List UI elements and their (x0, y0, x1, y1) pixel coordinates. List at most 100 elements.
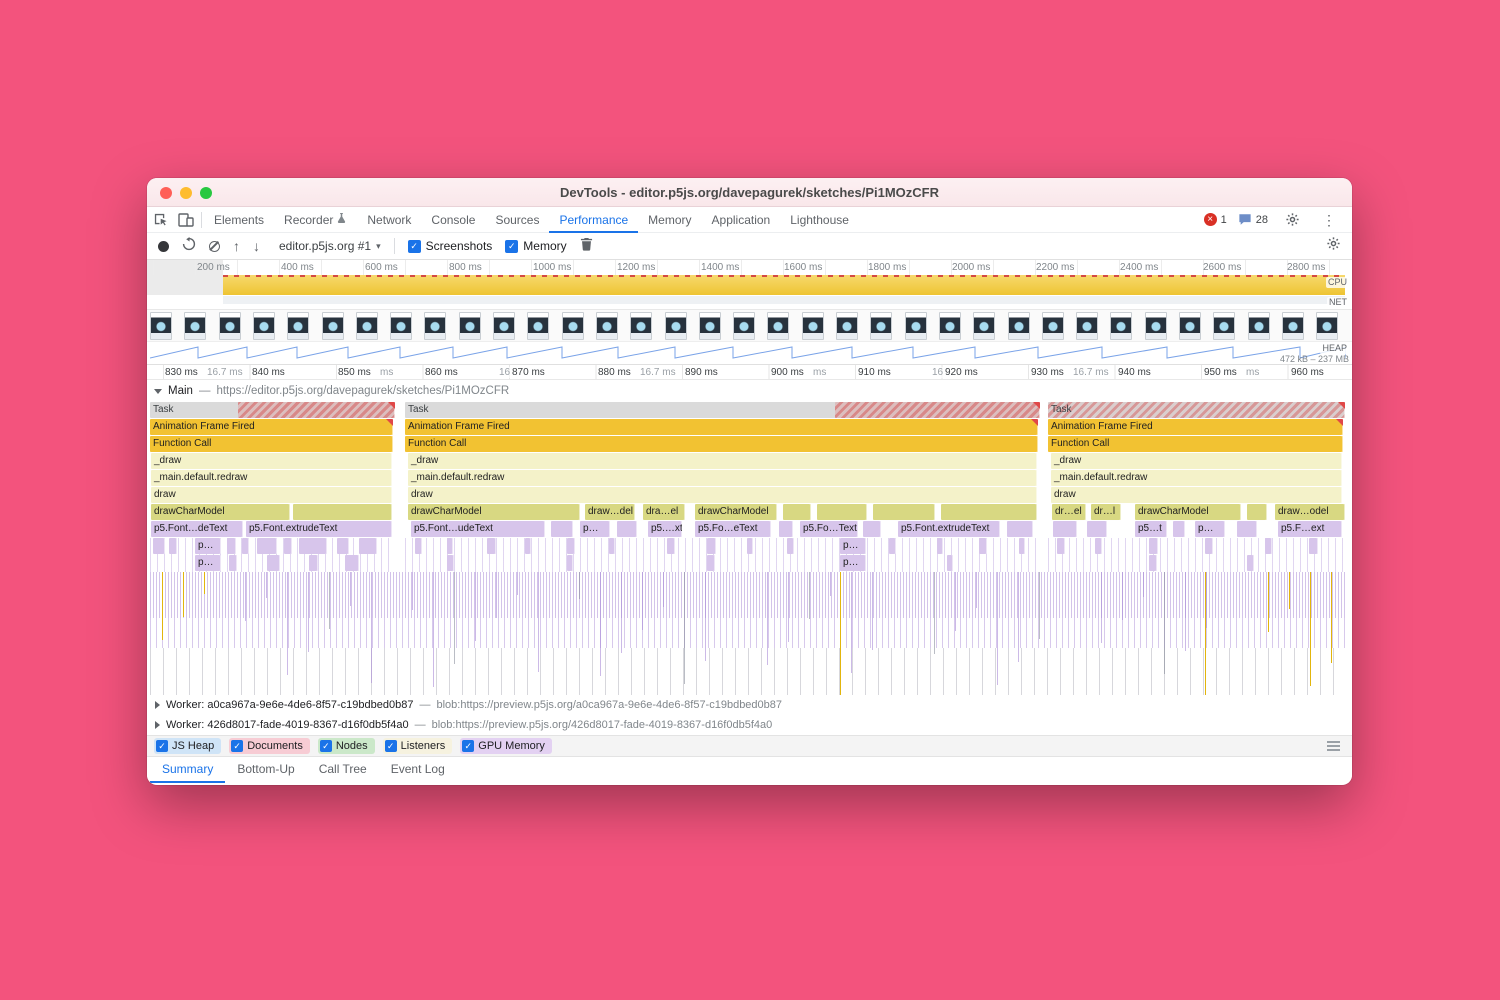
flame-bar[interactable] (415, 538, 422, 554)
screenshot-thumbnail[interactable] (1110, 312, 1132, 340)
flame-bar-drawcharmodel[interactable]: drawCharModel (695, 504, 777, 520)
flame-bar[interactable] (979, 538, 987, 554)
memory-toggle[interactable]: Memory (505, 239, 566, 253)
tab-recorder[interactable]: Recorder (274, 207, 357, 233)
legend-listeners[interactable]: Listeners (383, 738, 453, 754)
flame-bar[interactable] (309, 555, 318, 571)
flame-bar[interactable] (1053, 521, 1077, 537)
flame-bar[interactable] (567, 555, 573, 571)
trash-icon[interactable] (580, 237, 593, 256)
legend-nodes[interactable]: Nodes (318, 738, 375, 754)
titlebar[interactable]: DevTools - editor.p5js.org/davepagurek/s… (147, 178, 1352, 207)
flame-bar-main-default-redraw[interactable]: _main.default.redraw (1051, 470, 1342, 486)
flame-bar-drawcharmodel[interactable]: drawCharModel (408, 504, 580, 520)
flame-chart[interactable]: TaskAnimation Frame FiredFunction Call_d… (147, 402, 1352, 695)
flame-bar[interactable] (1247, 504, 1267, 520)
flame-bar-draw-odel[interactable]: draw…odel (1275, 504, 1345, 520)
flame-bar[interactable] (817, 504, 867, 520)
screenshot-thumbnail[interactable] (390, 312, 412, 340)
flame-bar-p5-xt[interactable]: p5.…xt (648, 521, 682, 537)
tab-application[interactable]: Application (702, 207, 781, 233)
tab-console[interactable]: Console (421, 207, 485, 233)
flame-bar-p[interactable]: p… (840, 555, 866, 571)
flame-bar-p5-f-ext[interactable]: p5.F…ext (1278, 521, 1342, 537)
screenshot-thumbnail[interactable] (253, 312, 275, 340)
flame-bar[interactable] (267, 555, 280, 571)
screenshot-thumbnail[interactable] (1008, 312, 1030, 340)
screenshot-thumbnail[interactable] (424, 312, 446, 340)
legend-checkbox[interactable] (231, 740, 243, 752)
flame-bar-function-call[interactable]: Function Call (405, 436, 1038, 452)
flame-bar[interactable] (229, 555, 237, 571)
flame-bar-p5-t[interactable]: p5…t (1135, 521, 1167, 537)
flame-bar[interactable] (889, 538, 896, 554)
screenshot-thumbnail[interactable] (905, 312, 927, 340)
tab-lighthouse[interactable]: Lighthouse (780, 207, 859, 233)
flame-bar[interactable] (153, 538, 165, 554)
flame-bar[interactable] (1087, 521, 1107, 537)
legend-checkbox[interactable] (385, 740, 397, 752)
capture-settings-gear-icon[interactable] (1326, 236, 1341, 256)
disclosure-collapsed-icon[interactable] (155, 701, 160, 709)
disclosure-expanded-icon[interactable] (154, 389, 162, 394)
tab-sources[interactable]: Sources (485, 207, 549, 233)
screenshot-thumbnail[interactable] (1042, 312, 1064, 340)
screenshot-thumbnail[interactable] (665, 312, 687, 340)
bottom-tab-bottom-up[interactable]: Bottom-Up (225, 757, 306, 783)
bottom-tab-call-tree[interactable]: Call Tree (307, 757, 379, 783)
bottom-tab-summary[interactable]: Summary (150, 757, 225, 783)
device-toolbar-icon[interactable] (173, 207, 199, 233)
legend-checkbox[interactable] (320, 740, 332, 752)
screenshot-thumbnail[interactable] (150, 312, 172, 340)
screenshot-thumbnail[interactable] (630, 312, 652, 340)
flame-bar-draw-del[interactable]: draw…del (585, 504, 635, 520)
timeline-overview[interactable]: 200 ms400 ms600 ms800 ms1000 ms1200 ms14… (147, 260, 1352, 310)
screenshots-toggle[interactable]: Screenshots (408, 239, 493, 253)
flame-bar-p5-fo-text[interactable]: p5.Fo…Text (800, 521, 858, 537)
flame-bar[interactable] (1265, 538, 1272, 554)
screenshot-thumbnail[interactable] (733, 312, 755, 340)
screenshot-thumbnail[interactable] (1316, 312, 1338, 340)
heap-overview[interactable]: HEAP 472 kB – 237 MB (147, 342, 1352, 365)
screenshot-thumbnail[interactable] (287, 312, 309, 340)
flame-bar-main-default-redraw[interactable]: _main.default.redraw (408, 470, 1037, 486)
flame-bar[interactable] (257, 538, 277, 554)
kebab-menu-icon[interactable]: ⋮ (1316, 207, 1342, 233)
screenshot-thumbnail[interactable] (939, 312, 961, 340)
main-track-header[interactable]: Main — https://editor.p5js.org/davepagur… (147, 380, 1352, 402)
flame-bar[interactable] (293, 504, 392, 520)
tab-performance[interactable]: Performance (549, 207, 638, 233)
save-profile-icon[interactable]: ↓ (253, 239, 260, 253)
maximize-button[interactable] (200, 187, 212, 199)
flame-bar-p[interactable]: p… (1195, 521, 1225, 537)
flame-bar[interactable] (1057, 538, 1065, 554)
flame-bar[interactable] (447, 555, 454, 571)
flame-bar-draw[interactable]: _draw (1051, 453, 1342, 469)
flame-bar[interactable] (667, 538, 675, 554)
flame-bar[interactable] (227, 538, 236, 554)
flame-bar-p5-fo-etext[interactable]: p5.Fo…eText (695, 521, 771, 537)
flame-bar-p5-font-udetext[interactable]: p5.Font…udeText (411, 521, 545, 537)
screenshot-thumbnail[interactable] (493, 312, 515, 340)
memory-checkbox[interactable] (505, 240, 518, 253)
legend-gpu-memory[interactable]: GPU Memory (460, 738, 552, 754)
flame-bar-drawcharmodel[interactable]: drawCharModel (151, 504, 290, 520)
bottom-tab-event-log[interactable]: Event Log (379, 757, 457, 783)
flame-bar[interactable] (617, 521, 637, 537)
disclosure-collapsed-icon[interactable] (155, 721, 160, 729)
flame-bar-animation-frame-fired[interactable]: Animation Frame Fired (1048, 419, 1343, 435)
screenshot-thumbnail[interactable] (527, 312, 549, 340)
flame-bar[interactable] (337, 538, 349, 554)
flame-bar-animation-frame-fired[interactable]: Animation Frame Fired (150, 419, 393, 435)
screenshot-thumbnail[interactable] (219, 312, 241, 340)
flame-bar[interactable] (1149, 555, 1157, 571)
flame-bar[interactable] (551, 521, 573, 537)
flame-bar-dr-el[interactable]: dr…el (1052, 504, 1086, 520)
screenshot-thumbnail[interactable] (1179, 312, 1201, 340)
flame-bar[interactable] (937, 538, 943, 554)
issues-badge[interactable]: 28 (1238, 213, 1268, 226)
screenshot-thumbnail[interactable] (1282, 312, 1304, 340)
screenshot-thumbnail[interactable] (767, 312, 789, 340)
inspect-element-icon[interactable] (147, 207, 173, 233)
legend-js-heap[interactable]: JS Heap (154, 738, 221, 754)
